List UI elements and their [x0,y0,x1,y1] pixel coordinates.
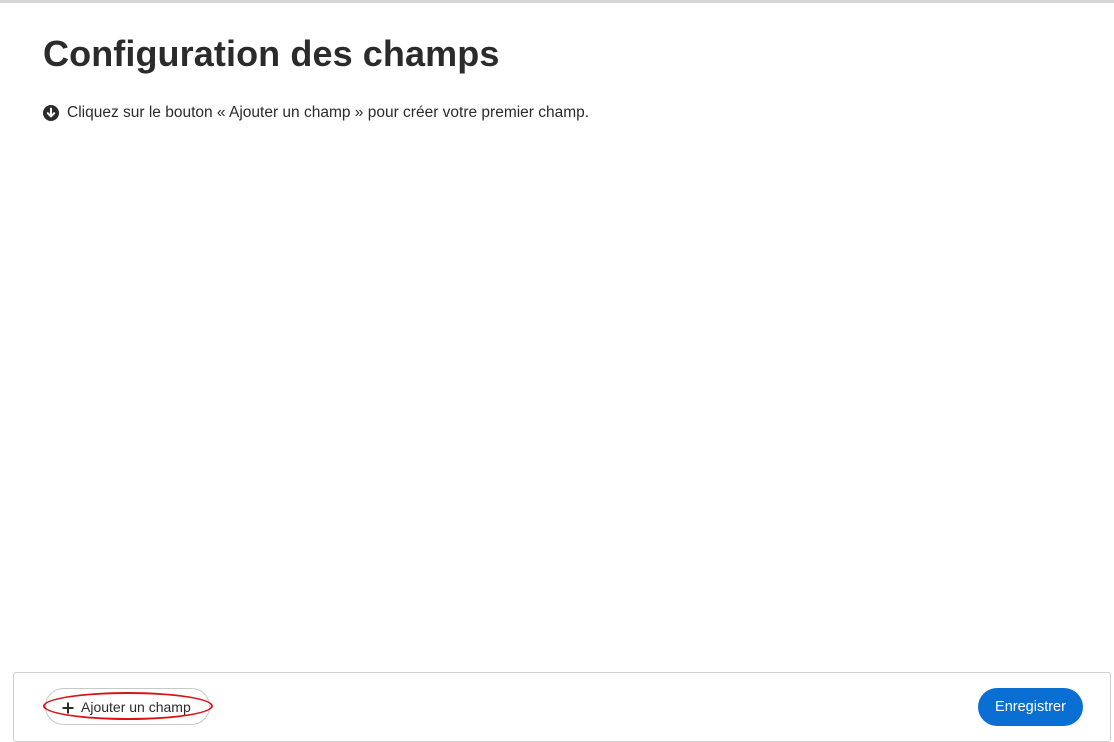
top-divider [0,0,1114,3]
empty-state-hint: Cliquez sur le bouton « Ajouter un champ… [43,103,589,123]
save-button[interactable]: Enregistrer [978,688,1083,726]
page-title: Configuration des champs [43,33,500,74]
plus-icon [62,701,74,713]
add-field-button-label: Ajouter un champ [81,698,191,715]
footer-bar: Ajouter un champ Enregistrer [13,672,1111,742]
add-field-button[interactable]: Ajouter un champ [45,688,210,725]
arrow-down-circle-icon [43,105,59,121]
hint-text: Cliquez sur le bouton « Ajouter un champ… [67,104,590,121]
